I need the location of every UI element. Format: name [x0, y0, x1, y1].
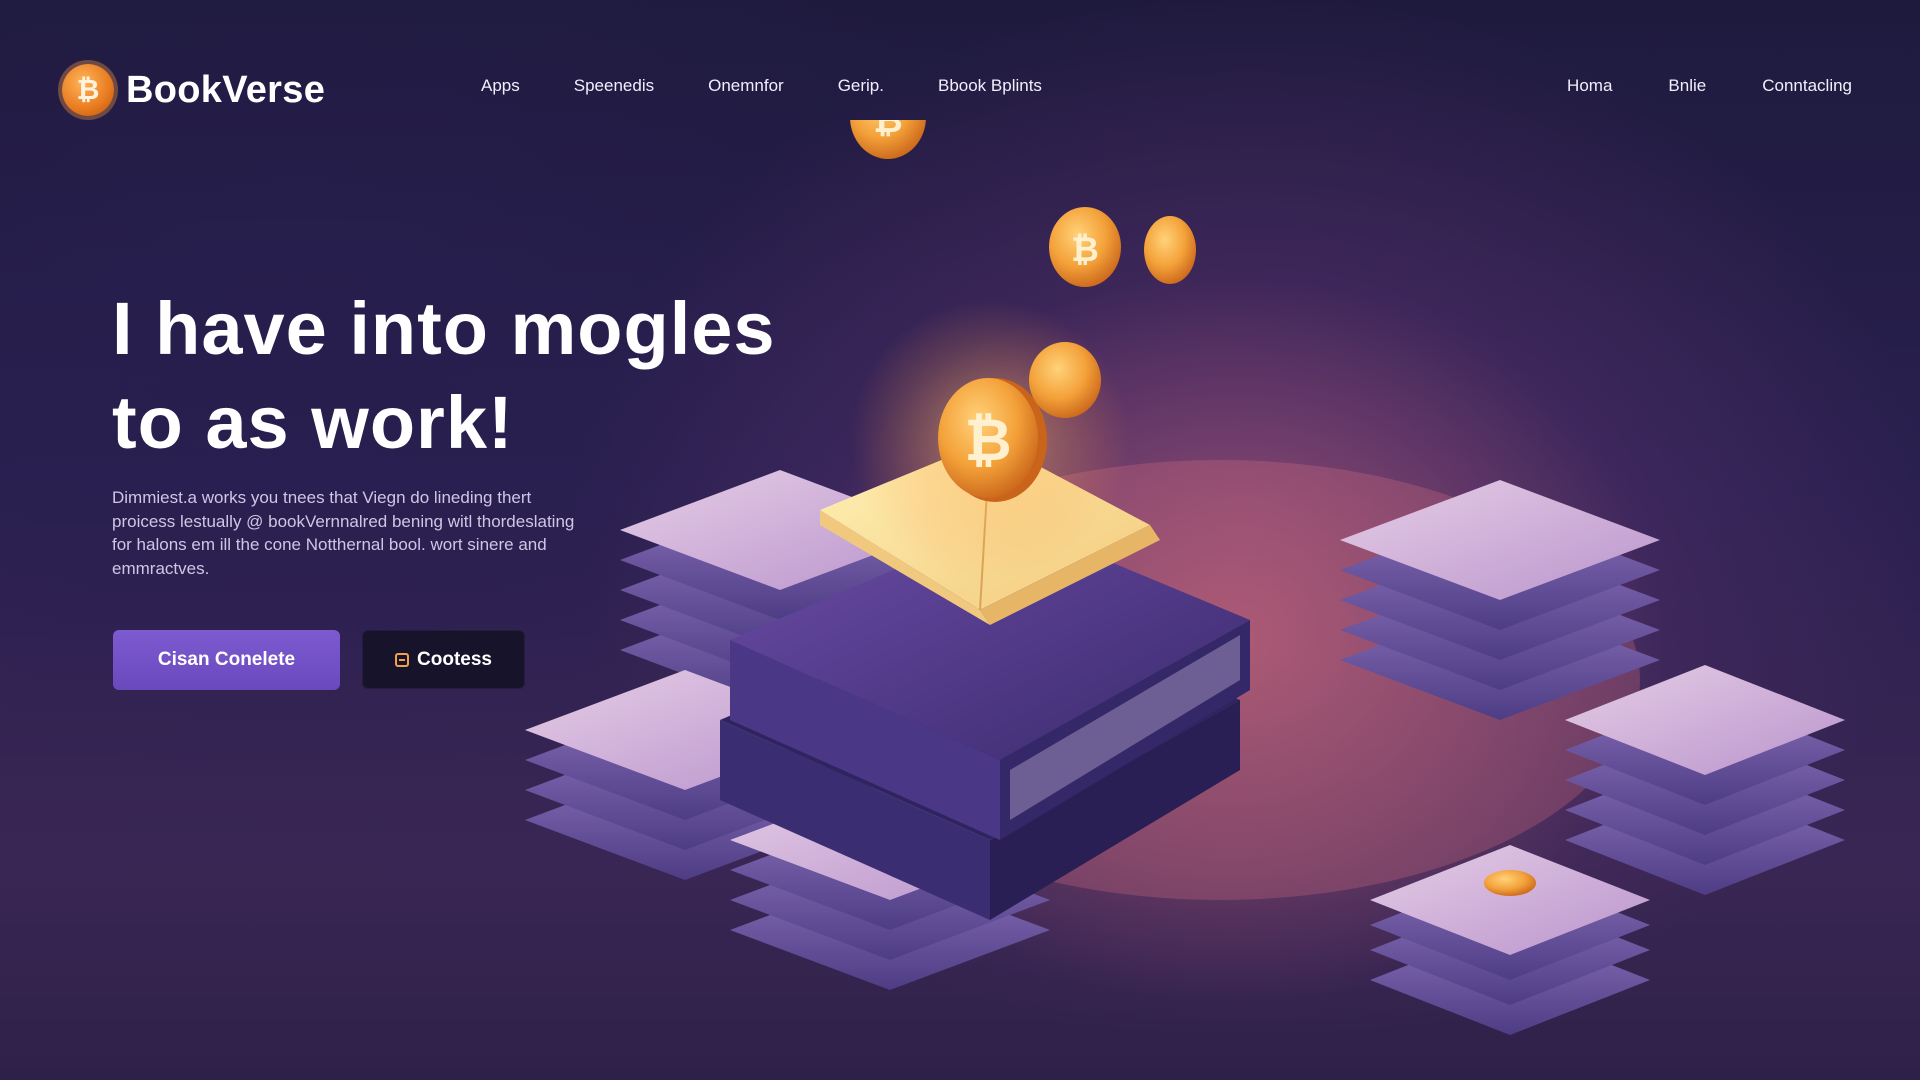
- secondary-nav: Homa Bnlie Conntacling: [1511, 76, 1852, 96]
- bitcoin-logo-icon: ₿: [62, 64, 114, 116]
- coin-symbol: ₿: [964, 406, 1011, 474]
- bitcoin-coin-icon: ₿: [1049, 207, 1121, 287]
- lock-icon: [395, 652, 410, 667]
- coin-icon: [1029, 342, 1101, 418]
- nav-link-conntacling[interactable]: Conntacling: [1762, 76, 1852, 96]
- primary-nav: Apps Speenedis Onemnfor Gerip. Bbook Bpl…: [481, 76, 1096, 96]
- logo[interactable]: ₿ BookVerse: [62, 62, 325, 118]
- nav-link-onemnfor[interactable]: Onemnfor: [708, 76, 784, 96]
- bitcoin-coin-icon: ₿: [850, 120, 926, 159]
- coin-symbol: ₿: [873, 120, 902, 141]
- nav-link-apps[interactable]: Apps: [481, 76, 520, 96]
- hero-illustration: ₿ ₿ ₿: [520, 120, 1920, 1080]
- coin-symbol: ₿: [1071, 230, 1099, 270]
- books-and-coins-illustration: ₿ ₿ ₿: [525, 120, 1845, 1035]
- coin-icon: [1144, 216, 1196, 284]
- nav-link-homa[interactable]: Homa: [1567, 76, 1612, 96]
- nav-link-speenedis[interactable]: Speenedis: [574, 76, 654, 96]
- primary-cta-button[interactable]: Cisan Conelete: [113, 630, 340, 690]
- secondary-cta-label: Cootess: [417, 648, 492, 670]
- nav-link-gerip[interactable]: Gerip.: [838, 76, 884, 96]
- logo-text: BookVerse: [126, 68, 326, 111]
- secondary-cta-button[interactable]: Cootess: [362, 630, 525, 689]
- nav-link-bbook-bplints[interactable]: Bbook Bplints: [938, 76, 1042, 96]
- nav-link-bnlie[interactable]: Bnlie: [1668, 76, 1706, 96]
